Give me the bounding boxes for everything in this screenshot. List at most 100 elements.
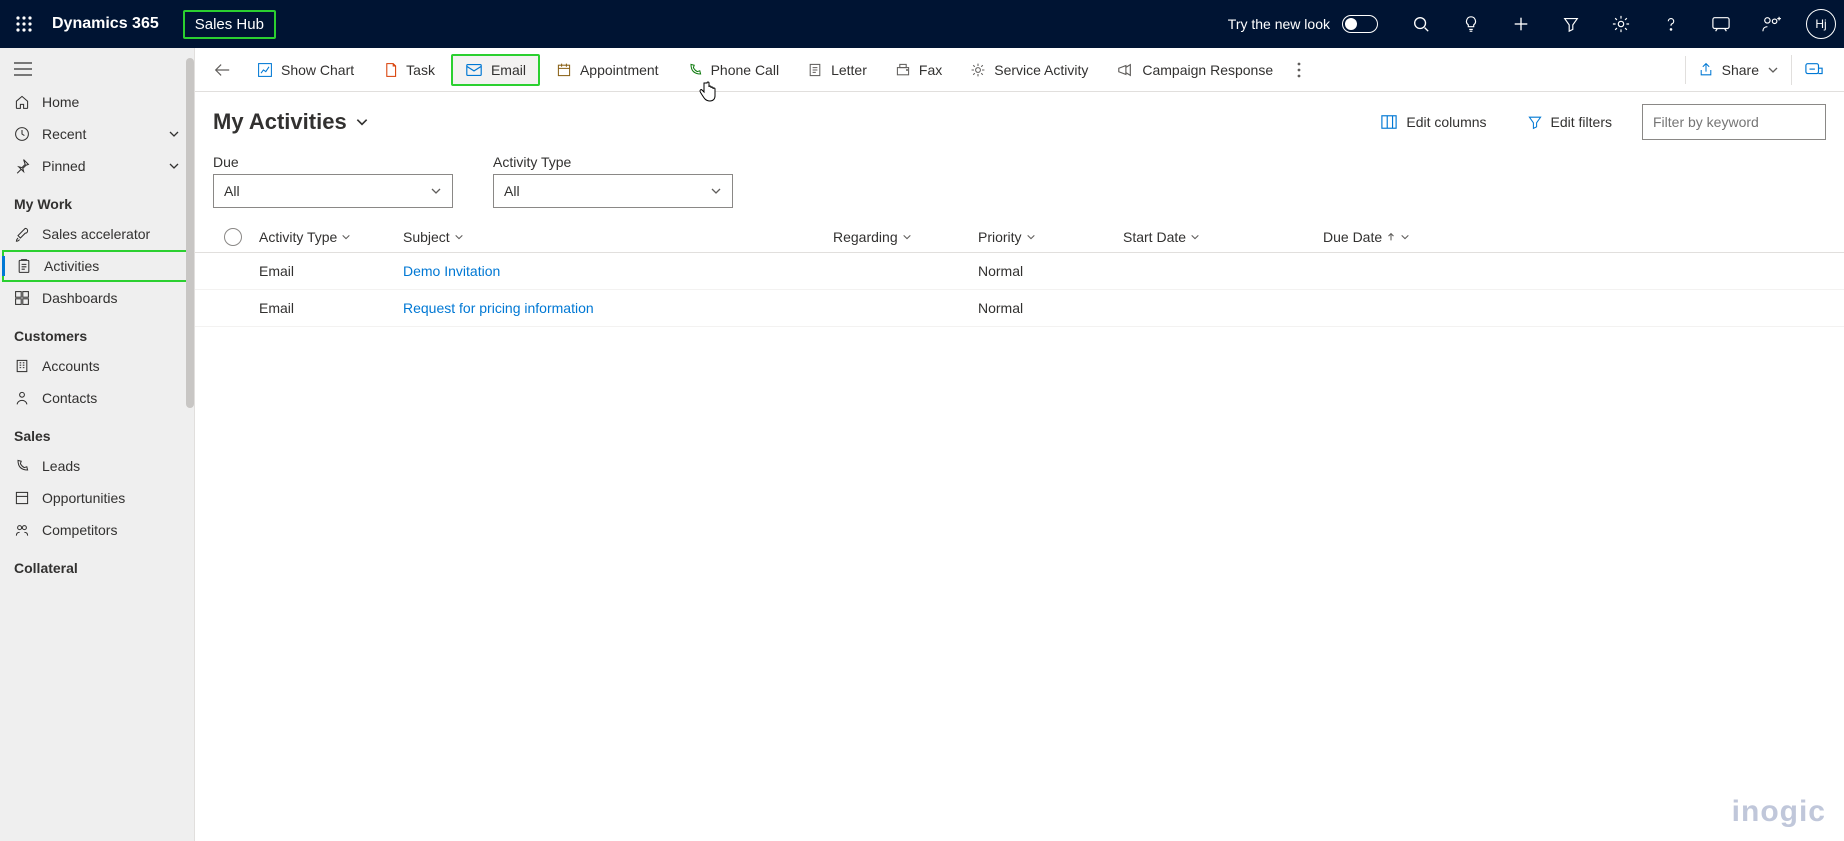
filter-icon[interactable] (1548, 0, 1594, 48)
lightbulb-icon[interactable] (1448, 0, 1494, 48)
cmd-label: Appointment (580, 62, 659, 78)
search-input[interactable] (1642, 104, 1826, 140)
sidebar-item-label: Recent (42, 126, 86, 142)
sidebar-item-label: Pinned (42, 158, 86, 174)
letter-button[interactable]: Letter (795, 56, 879, 84)
calendar-icon (556, 62, 572, 78)
sidebar-item-leads[interactable]: Leads (0, 450, 194, 482)
view-title-dropdown[interactable]: My Activities (213, 109, 369, 135)
due-filter-select[interactable]: All (213, 174, 453, 208)
sidebar-item-label: Contacts (42, 390, 97, 406)
column-priority[interactable]: Priority (978, 229, 1123, 245)
select-all[interactable] (213, 228, 253, 246)
cmd-label: Email (491, 62, 526, 78)
cell-subject-link[interactable]: Demo Invitation (403, 263, 833, 279)
command-bar: Show Chart Task Email Appointment Phone … (195, 48, 1844, 92)
chevron-down-icon (168, 128, 180, 140)
edit-filters-label: Edit filters (1551, 114, 1612, 130)
filter-icon (1527, 114, 1543, 130)
sidebar-item-dashboards[interactable]: Dashboards (0, 282, 194, 314)
due-filter-value: All (224, 183, 240, 199)
try-new-look-label: Try the new look (1228, 16, 1330, 32)
cmd-label: Task (406, 62, 435, 78)
app-name[interactable]: Sales Hub (183, 10, 276, 39)
add-icon[interactable] (1498, 0, 1544, 48)
copilot-button[interactable] (1791, 55, 1836, 85)
cell-priority: Normal (978, 300, 1123, 316)
task-button[interactable]: Task (370, 56, 447, 84)
email-button[interactable]: Email (451, 54, 540, 86)
clock-icon (14, 126, 30, 142)
hamburger-icon[interactable] (0, 52, 194, 86)
column-subject[interactable]: Subject (403, 229, 833, 245)
sidebar-item-label: Accounts (42, 358, 100, 374)
app-launcher-icon[interactable] (8, 8, 40, 40)
cmd-label: Phone Call (711, 62, 780, 78)
fax-button[interactable]: Fax (883, 56, 954, 84)
sidebar-item-label: Leads (42, 458, 80, 474)
search-icon[interactable] (1398, 0, 1444, 48)
sidebar-scrollbar[interactable] (186, 58, 194, 831)
main: Show Chart Task Email Appointment Phone … (195, 48, 1844, 841)
sidebar-item-recent[interactable]: Recent (0, 118, 194, 150)
show-chart-button[interactable]: Show Chart (245, 56, 366, 84)
cmd-label: Letter (831, 62, 867, 78)
back-button[interactable] (203, 56, 241, 84)
type-filter-value: All (504, 183, 520, 199)
appointment-button[interactable]: Appointment (544, 56, 671, 84)
phone-call-button[interactable]: Phone Call (675, 56, 792, 84)
task-icon (382, 62, 398, 78)
grid: Activity Type Subject Regarding Priority (195, 222, 1844, 327)
sidebar-item-contacts[interactable]: Contacts (0, 382, 194, 414)
column-due-date[interactable]: Due Date (1323, 229, 1523, 245)
brand-label: Dynamics 365 (52, 15, 159, 33)
due-filter-label: Due (213, 154, 453, 170)
share-icon (1698, 62, 1714, 78)
chevron-down-icon (1400, 232, 1410, 242)
sort-asc-icon (1386, 232, 1396, 242)
fax-icon (895, 62, 911, 78)
chevron-down-icon (454, 232, 464, 242)
share-button[interactable]: Share (1685, 56, 1791, 84)
people-icon[interactable] (1748, 0, 1794, 48)
sidebar-item-opportunities[interactable]: Opportunities (0, 482, 194, 514)
table-row[interactable]: Email Demo Invitation Normal (195, 253, 1844, 290)
type-filter-select[interactable]: All (493, 174, 733, 208)
chart-icon (257, 62, 273, 78)
more-commands-button[interactable] (1289, 56, 1309, 84)
megaphone-icon (1116, 62, 1134, 78)
phone-icon (687, 62, 703, 78)
service-activity-button[interactable]: Service Activity (958, 56, 1100, 84)
sidebar-item-home[interactable]: Home (0, 86, 194, 118)
campaign-response-button[interactable]: Campaign Response (1104, 56, 1285, 84)
sidebar-item-competitors[interactable]: Competitors (0, 514, 194, 546)
table-row[interactable]: Email Request for pricing information No… (195, 290, 1844, 327)
sidebar-item-accounts[interactable]: Accounts (0, 350, 194, 382)
edit-filters-button[interactable]: Edit filters (1517, 108, 1622, 136)
column-regarding[interactable]: Regarding (833, 229, 978, 245)
sidebar-item-activities[interactable]: Activities (2, 250, 192, 282)
sidebar-item-sales-accelerator[interactable]: Sales accelerator (0, 218, 194, 250)
try-new-look-toggle[interactable] (1342, 15, 1378, 33)
clipboard-icon (16, 258, 32, 274)
sidebar-section-customers: Customers (0, 314, 194, 350)
edit-columns-button[interactable]: Edit columns (1370, 108, 1496, 136)
sidebar-item-label: Opportunities (42, 490, 125, 506)
help-icon[interactable] (1648, 0, 1694, 48)
column-activity-type[interactable]: Activity Type (253, 229, 403, 245)
gear-icon[interactable] (1598, 0, 1644, 48)
cmd-label: Campaign Response (1142, 62, 1273, 78)
cell-activity-type: Email (253, 300, 403, 316)
sidebar-item-pinned[interactable]: Pinned (0, 150, 194, 182)
type-filter-label: Activity Type (493, 154, 733, 170)
cell-subject-link[interactable]: Request for pricing information (403, 300, 833, 316)
cell-priority: Normal (978, 263, 1123, 279)
chevron-down-icon (902, 232, 912, 242)
column-start-date[interactable]: Start Date (1123, 229, 1323, 245)
avatar[interactable]: Hj (1806, 9, 1836, 39)
assistant-icon[interactable] (1698, 0, 1744, 48)
cmd-label: Fax (919, 62, 942, 78)
edit-columns-label: Edit columns (1406, 114, 1486, 130)
opportunity-icon (14, 490, 30, 506)
chevron-down-icon (341, 232, 351, 242)
